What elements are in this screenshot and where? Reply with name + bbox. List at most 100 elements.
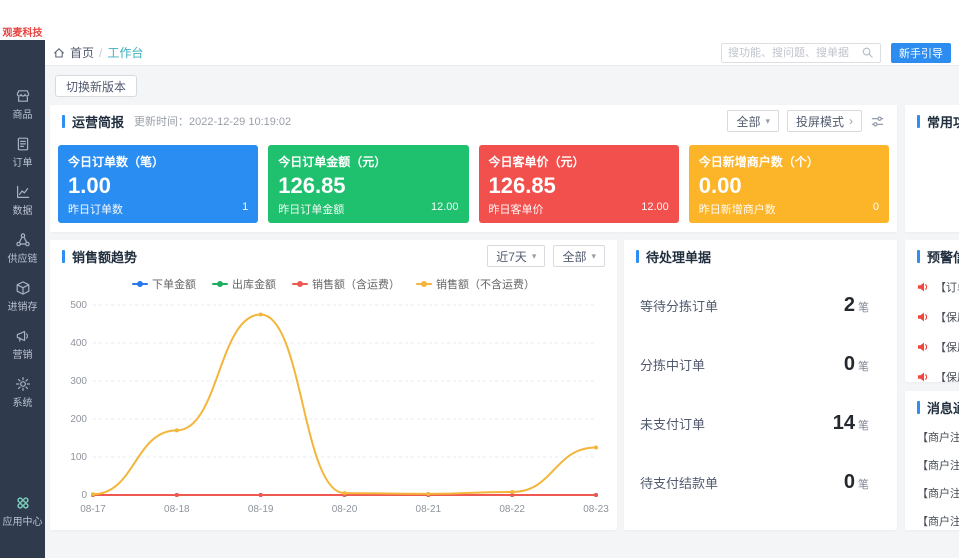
sidebar-item-orders[interactable]: 订单: [13, 136, 33, 169]
sidebar-item-data[interactable]: 数据: [13, 184, 33, 217]
stat-yesterday-row: 昨日订单数1: [68, 201, 248, 217]
sales-trend-chart: 010020030040050008-1708-1808-1908-2008-2…: [57, 297, 610, 519]
legend-marker-icon: [212, 280, 228, 288]
title-accent-bar: [62, 115, 65, 128]
notice-list: 【商户注册】【商户注册】【商户注册】【商户注册】: [905, 423, 959, 530]
svg-text:300: 300: [70, 376, 87, 387]
guide-button[interactable]: 新手引导: [891, 43, 951, 63]
switch-version-button[interactable]: 切换新版本: [55, 75, 137, 97]
pending-unit: 笔: [858, 476, 869, 492]
alert-item[interactable]: 【保质期: [905, 332, 959, 362]
pending-value-group: 0笔: [844, 471, 869, 494]
stat-value: 126.85: [278, 173, 458, 199]
pending-count: 14: [833, 412, 855, 435]
legend-label: 销售额（含运费）: [312, 276, 400, 292]
trend-scope-select[interactable]: 全部: [553, 245, 605, 267]
pending-unit: 笔: [858, 299, 869, 315]
pending-unit: 笔: [858, 358, 869, 374]
pending-label: 分拣中订单: [640, 355, 705, 374]
stat-yesterday-row: 昨日客单价 12.00: [489, 201, 669, 217]
pending-row[interactable]: 未支付订单14笔: [624, 412, 897, 435]
supply-chain-icon: [15, 232, 31, 248]
pending-row[interactable]: 分拣中订单 0笔: [624, 353, 897, 376]
pending-row[interactable]: 待支付结款单 0笔: [624, 471, 897, 494]
sidebar-item-inventory[interactable]: 进销存: [8, 280, 38, 313]
stat-yesterday-label: 昨日订单金额: [278, 201, 344, 217]
svg-text:08-22: 08-22: [499, 504, 525, 515]
select-value: 近7天: [496, 248, 527, 265]
breadcrumb-home[interactable]: 首页: [70, 44, 94, 61]
pending-row[interactable]: 等待分拣订单2笔: [624, 294, 897, 317]
briefing-card: 运营简报 更新时间：2022-12-29 10:19:02 全部 投屏模式 今日…: [50, 105, 897, 232]
title-accent-bar: [917, 401, 920, 414]
notice-item[interactable]: 【商户注册】: [905, 479, 959, 507]
svg-text:400: 400: [70, 338, 87, 349]
legend-item[interactable]: 下单金额: [132, 276, 196, 292]
stat-card: 今日订单金额（元） 126.85 昨日订单金额12.00: [268, 145, 468, 223]
trend-range-select[interactable]: 近7天: [487, 245, 545, 267]
sidebar-item-label: 商品: [13, 106, 33, 121]
alert-item[interactable]: 【保质期: [905, 302, 959, 332]
sidebar-item-supply-chain[interactable]: 供应链: [8, 232, 38, 265]
settings-sliders-icon[interactable]: [870, 114, 885, 129]
stat-yesterday-row: 昨日订单金额12.00: [278, 201, 458, 217]
notice-item[interactable]: 【商户注册】: [905, 423, 959, 451]
briefing-scope-select[interactable]: 全部: [727, 110, 779, 132]
pending-value-group: 14笔: [833, 412, 869, 435]
legend-marker-icon: [292, 280, 308, 288]
title-accent-bar: [917, 250, 920, 263]
sidebar-item-app-center[interactable]: 应用中心: [0, 495, 45, 528]
svg-text:500: 500: [70, 300, 87, 311]
svg-text:08-20: 08-20: [332, 504, 358, 515]
svg-text:08-21: 08-21: [416, 504, 442, 515]
cast-mode-button[interactable]: 投屏模式: [787, 110, 862, 132]
alert-horn-icon: [917, 311, 929, 323]
legend-marker-icon: [416, 280, 432, 288]
title-accent-bar: [636, 250, 639, 263]
notices-title: 消息通知: [927, 398, 959, 417]
sidebar: 商品订单数据供应链进销存营销系统 应用中心: [0, 40, 45, 558]
select-value: 全部: [736, 113, 760, 130]
svg-text:100: 100: [70, 452, 87, 463]
notice-item[interactable]: 【商户注册】: [905, 451, 959, 479]
briefing-updated-time: 更新时间：2022-12-29 10:19:02: [134, 113, 291, 129]
breadcrumb-current[interactable]: 工作台: [107, 44, 143, 61]
sidebar-item-system[interactable]: 系统: [13, 376, 33, 409]
alert-horn-icon: [917, 341, 929, 353]
sidebar-item-marketing[interactable]: 营销: [13, 328, 33, 361]
search-input[interactable]: [728, 47, 857, 59]
orders-icon: [15, 136, 31, 152]
svg-text:08-19: 08-19: [248, 504, 274, 515]
alert-horn-icon: [917, 371, 929, 382]
legend-marker-icon: [132, 280, 148, 288]
chart-legend: 下单金额出库金额 销售额（含运费） 销售额（不含运费）: [50, 275, 617, 293]
pending-label: 等待分拣订单: [640, 296, 718, 315]
legend-label: 销售额（不含运费）: [436, 276, 535, 292]
sidebar-item-label: 订单: [13, 154, 33, 169]
sidebar-item-products[interactable]: 商品: [13, 88, 33, 121]
stat-card: 今日新增商户数（个）0.00昨日新增商户数0: [689, 145, 889, 223]
breadcrumb: 首页 / 工作台: [53, 44, 143, 61]
stat-yesterday-value: 12.00: [641, 201, 669, 217]
pending-value-group: 0笔: [844, 353, 869, 376]
select-value: 全部: [562, 248, 586, 265]
legend-item[interactable]: 销售额（不含运费）: [416, 276, 535, 292]
notice-item[interactable]: 【商户注册】: [905, 507, 959, 530]
common-functions-card: 常用功能: [905, 105, 959, 232]
search-icon[interactable]: [861, 46, 874, 59]
stat-title: 今日订单金额（元）: [278, 153, 458, 170]
search-box[interactable]: [721, 43, 881, 63]
pending-label: 待支付结款单: [640, 473, 718, 492]
alert-item[interactable]: 【保质期: [905, 362, 959, 382]
legend-item[interactable]: 销售额（含运费）: [292, 276, 400, 292]
breadcrumb-separator: /: [99, 46, 102, 60]
sales-trend-card: 销售额趋势 近7天 全部 下单金额出库金额销售额（含运费）销售额（不含运费） 0…: [50, 240, 617, 530]
alert-item[interactable]: 【订单】: [905, 272, 959, 302]
alerts-title: 预警信息: [927, 247, 959, 266]
stat-yesterday-label: 昨日客单价: [489, 201, 544, 217]
svg-text:200: 200: [70, 414, 87, 425]
system-icon: [15, 376, 31, 392]
stat-yesterday-value: 1: [242, 201, 248, 217]
pending-unit: 笔: [858, 417, 869, 433]
legend-item[interactable]: 出库金额: [212, 276, 276, 292]
